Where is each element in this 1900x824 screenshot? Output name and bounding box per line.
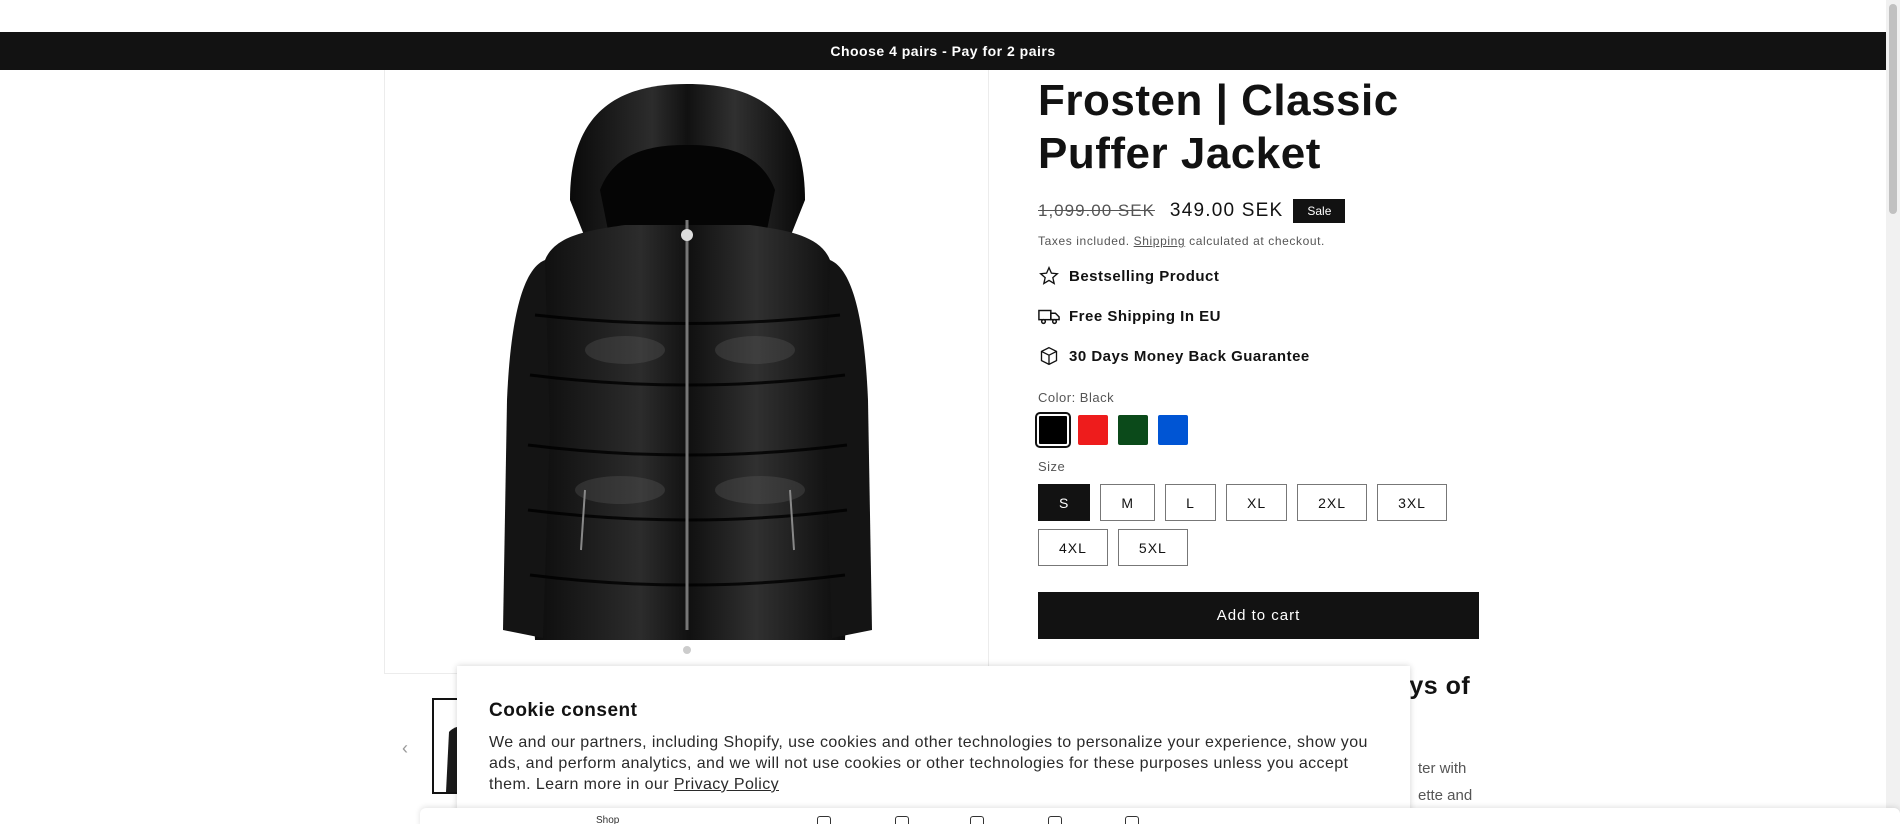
- size-option-4xl[interactable]: 4XL: [1038, 529, 1108, 566]
- color-label: Color: Black: [1038, 390, 1115, 405]
- cookie-body-text: We and our partners, including Shopify, …: [489, 734, 1368, 793]
- cookie-body: We and our partners, including Shopify, …: [489, 732, 1378, 795]
- star-icon: [1038, 265, 1060, 287]
- product-title: Frosten | Classic Puffer Jacket: [1038, 76, 1399, 178]
- sale-badge: Sale: [1293, 199, 1346, 223]
- cookie-title: Cookie consent: [489, 700, 638, 721]
- description-text-fragment: ter with: [1418, 760, 1467, 777]
- description-text-fragment: ette and: [1418, 787, 1473, 804]
- grid-icon[interactable]: [895, 816, 909, 824]
- tax-prefix: Taxes included.: [1038, 234, 1130, 248]
- size-option-m[interactable]: M: [1100, 484, 1156, 521]
- black-puffer-jacket-image: [503, 84, 872, 654]
- swatch-blue[interactable]: [1158, 415, 1188, 445]
- sale-price: 349.00 SEK: [1169, 200, 1284, 221]
- size-option-5xl[interactable]: 5XL: [1117, 529, 1188, 566]
- top-strip: [0, 0, 1886, 32]
- size-option-s[interactable]: S: [1038, 484, 1091, 521]
- feature-label: Bestselling Product: [1069, 267, 1220, 285]
- size-option-l[interactable]: L: [1165, 484, 1217, 521]
- truck-icon: [1038, 305, 1060, 327]
- tax-suffix: calculated at checkout.: [1189, 234, 1325, 248]
- size-option-3xl[interactable]: 3XL: [1377, 484, 1447, 521]
- privacy-policy-link[interactable]: Privacy Policy: [674, 776, 779, 793]
- feature-label: 30 Days Money Back Guarantee: [1069, 347, 1310, 365]
- bottom-nav-bar: Shop: [420, 808, 1900, 824]
- box-icon: [1038, 345, 1060, 367]
- announcement-bar: Choose 4 pairs - Pay for 2 pairs: [0, 32, 1886, 70]
- product-info: Frosten | Classic Puffer Jacket 1,099.00…: [1035, 70, 1480, 639]
- size-option-xl[interactable]: XL: [1226, 484, 1288, 521]
- chevron-left-icon[interactable]: ‹: [402, 738, 408, 759]
- shipping-link[interactable]: Shipping: [1134, 234, 1186, 248]
- color-swatches: [1035, 412, 1480, 448]
- size-label: Size: [1038, 459, 1066, 474]
- box-icon[interactable]: [970, 816, 984, 824]
- regular-price: 1,099.00 SEK: [1038, 201, 1155, 220]
- price-row: 1,099.00 SEK 349.00 SEK Sale: [1038, 198, 1480, 224]
- product-image-main[interactable]: [384, 70, 989, 674]
- feature-guarantee: 30 Days Money Back Guarantee: [1038, 344, 1480, 368]
- size-option-2xl[interactable]: 2XL: [1297, 484, 1368, 521]
- feature-shipping: Free Shipping In EU: [1038, 304, 1480, 328]
- swatch-green[interactable]: [1118, 415, 1148, 445]
- scrollbar-thumb[interactable]: [1889, 4, 1897, 214]
- add-to-cart-button[interactable]: Add to cart: [1038, 592, 1479, 639]
- announcement-text: Choose 4 pairs - Pay for 2 pairs: [830, 43, 1056, 59]
- tax-note: Taxes included. Shipping calculated at c…: [1038, 234, 1480, 248]
- bottom-nav-shop-label[interactable]: Shop: [596, 815, 619, 824]
- cart-icon[interactable]: [1125, 816, 1139, 824]
- swatch-black[interactable]: [1035, 412, 1071, 448]
- cookie-consent-banner: Cookie consent We and our partners, incl…: [457, 666, 1410, 824]
- feature-bestselling: Bestselling Product: [1038, 264, 1480, 288]
- tag-icon[interactable]: [1048, 816, 1062, 824]
- swatch-red[interactable]: [1078, 415, 1108, 445]
- home-icon[interactable]: [817, 816, 831, 824]
- feature-label: Free Shipping In EU: [1069, 307, 1222, 325]
- page-scrollbar[interactable]: [1886, 0, 1900, 824]
- size-options: S M L XL 2XL 3XL 4XL 5XL: [1038, 484, 1480, 566]
